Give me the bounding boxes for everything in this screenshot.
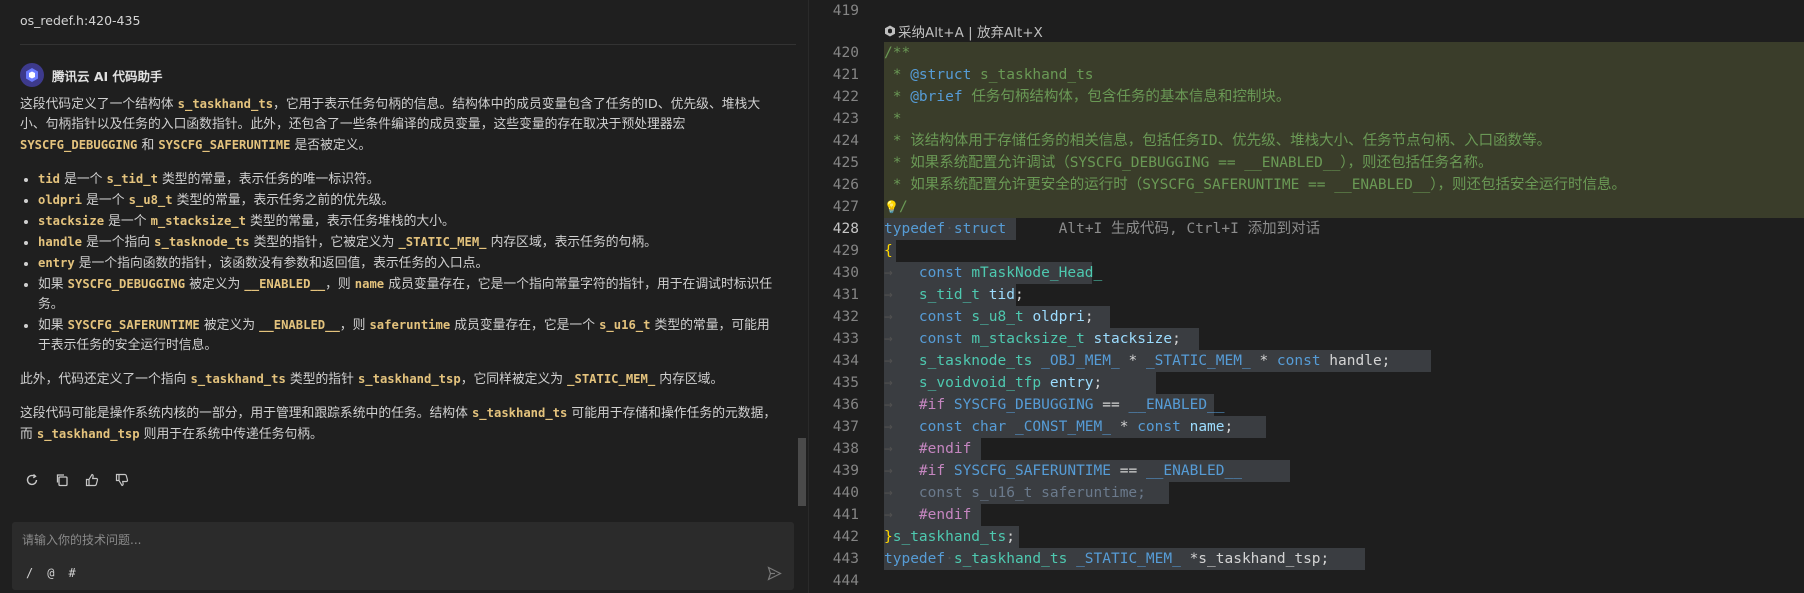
code-line: → const s_u8_t oldpri;	[884, 309, 1094, 325]
line-number: 420	[832, 45, 859, 61]
code-line: /**	[884, 45, 911, 61]
line-number: 421	[832, 67, 859, 83]
text: 这段代码定义了一个结构体	[20, 97, 178, 112]
chat-scrollbar[interactable]	[798, 438, 806, 506]
code-line: → s_voidvoid_tfp entry;	[884, 375, 1103, 391]
message-actions	[24, 472, 130, 488]
mention-button[interactable]: @	[47, 566, 54, 580]
list-item: stacksize 是一个 m_stacksize_t 类型的常量，表示任务堆栈…	[38, 211, 780, 232]
reference-button[interactable]: #	[68, 566, 75, 580]
thumbs-up-icon[interactable]	[84, 472, 100, 488]
code-line: {	[884, 243, 893, 259]
line-number: 434	[832, 353, 859, 369]
code-line: → s_tid_t tid;	[884, 287, 1024, 303]
code-line: → #endif	[884, 507, 972, 523]
code-line: → const s_u16_t saferuntime;	[884, 485, 1146, 501]
text: 是否被定义。	[290, 138, 372, 153]
line-number: 441	[832, 507, 859, 523]
code-line: }s_taskhand_ts;	[884, 529, 1015, 545]
inline-hint: Alt+I 生成代码, Ctrl+I 添加到对话	[1058, 221, 1321, 237]
line-number: 430	[832, 265, 859, 281]
inline-code: SYSCFG_SAFERUNTIME	[158, 138, 291, 152]
line-number: 427	[832, 199, 859, 215]
list-item: 如果 SYSCFG_SAFERUNTIME 被定义为 __ENABLED__，则…	[38, 315, 780, 356]
input-tools: / @ #	[26, 566, 76, 580]
inline-code: s_taskhand_ts	[177, 97, 274, 111]
code-line: typedef·s_taskhand_ts _STATIC_MEM_ *s_ta…	[884, 551, 1330, 567]
code-editor[interactable]: 419 420 421 422 423 424 425 426 427 428 …	[809, 0, 1804, 593]
line-number: 419	[832, 3, 859, 19]
line-number-active: 428	[832, 221, 859, 237]
file-reference[interactable]: os_redef.h:420-435	[20, 13, 140, 28]
chat-input-box: / @ #	[12, 522, 794, 590]
code-line: → const char _CONST_MEM_ * const name;	[884, 419, 1234, 435]
list-item: tid 是一个 s_tid_t 类型的常量，表示任务的唯一标识符。	[38, 169, 780, 190]
line-number: 425	[832, 155, 859, 171]
lightbulb-icon[interactable]: 💡	[884, 200, 899, 214]
assistant-name: 腾讯云 AI 代码助手	[52, 68, 163, 84]
line-number: 436	[832, 397, 859, 413]
ai-assistant-icon	[885, 25, 895, 37]
text: 和	[137, 138, 159, 153]
send-icon[interactable]	[767, 566, 782, 585]
list-item: oldpri 是一个 s_u8_t 类型的常量，表示任务之前的优先级。	[38, 190, 780, 211]
code-line: * 如果系统配置允许更安全的运行时（SYSCFG_SAFERUNTIME == …	[884, 177, 1627, 193]
code-line-active: typedef·struct Alt+I 生成代码, Ctrl+I 添加到对话	[884, 221, 1321, 237]
message-paragraph: 这段代码可能是操作系统内核的一部分，用于管理和跟踪系统中的任务。结构体 s_ta…	[20, 406, 777, 442]
code-line: → const m_stacksize_t stacksize;	[884, 331, 1181, 347]
code-line: → #endif	[884, 441, 972, 457]
code-line: → #if SYSCFG_DEBUGGING == __ENABLED__	[884, 397, 1225, 413]
copy-icon[interactable]	[54, 472, 70, 488]
slash-command-button[interactable]: /	[26, 566, 33, 580]
code-line: → #if SYSCFG_SAFERUNTIME == __ENABLED__	[884, 463, 1242, 479]
message-paragraph: 此外，代码还定义了一个指向 s_taskhand_ts 类型的指针 s_task…	[20, 372, 724, 387]
assistant-logo-icon	[20, 63, 44, 87]
line-number: 429	[832, 243, 859, 259]
line-number: 439	[832, 463, 859, 479]
inline-code: SYSCFG_DEBUGGING	[20, 138, 138, 152]
ai-chat-panel: os_redef.h:420-435 腾讯云 AI 代码助手 这段代码定义了一个…	[0, 0, 808, 593]
ai-accept-reject-bar[interactable]: 采纳Alt+A | 放弃Alt+X	[884, 21, 1043, 41]
assistant-message: 这段代码定义了一个结构体 s_taskhand_ts，它用于表示任务句柄的信息。…	[20, 94, 780, 458]
list-item: entry 是一个指向函数的指针，该函数没有参数和返回值，表示任务的入口点。	[38, 253, 780, 274]
regenerate-icon[interactable]	[24, 472, 40, 488]
line-number: 437	[832, 419, 859, 435]
line-number: 424	[832, 133, 859, 149]
line-number: 440	[832, 485, 859, 501]
chat-input[interactable]	[22, 530, 722, 550]
line-number: 422	[832, 89, 859, 105]
assistant-header: 腾讯云 AI 代码助手	[20, 62, 163, 88]
thumbs-down-icon[interactable]	[114, 472, 130, 488]
list-item: 如果 SYSCFG_DEBUGGING 被定义为 __ENABLED__，则 n…	[38, 274, 780, 315]
comment-text: 任务句柄结构体，包含任务的基本信息和控制块。	[971, 89, 1291, 105]
line-number: 426	[832, 177, 859, 193]
line-number: 432	[832, 309, 859, 325]
line-number: 444	[832, 573, 859, 589]
code-line: * @struct s_taskhand_ts	[884, 67, 1094, 83]
member-list: tid 是一个 s_tid_t 类型的常量，表示任务的唯一标识符。 oldpri…	[20, 169, 780, 356]
code-line: * @brief 任务句柄结构体，包含任务的基本信息和控制块。	[884, 89, 1291, 105]
line-number: 433	[832, 331, 859, 347]
code-line: → const mTaskNode_Head_	[884, 265, 1103, 281]
line-number: 431	[832, 287, 859, 303]
code-line: * 该结构体用于存储任务的相关信息，包括任务ID、优先级、堆栈大小、任务节点句柄…	[884, 133, 1552, 149]
message-paragraph: 这段代码定义了一个结构体 s_taskhand_ts，它用于表示任务句柄的信息。…	[20, 94, 780, 156]
line-number: 443	[832, 551, 859, 567]
line-number: 435	[832, 375, 859, 391]
divider	[20, 44, 796, 45]
line-number: 423	[832, 111, 859, 127]
code-line: *	[884, 111, 902, 127]
code-line: * 如果系统配置允许调试（SYSCFG_DEBUGGING == __ENABL…	[884, 155, 1493, 171]
line-number: 442	[832, 529, 859, 545]
code-line: 💡/	[884, 199, 908, 215]
code-line: → s_tasknode_ts _OBJ_MEM_ * _STATIC_MEM_…	[884, 353, 1391, 369]
line-number: 438	[832, 441, 859, 457]
list-item: handle 是一个指向 s_tasknode_ts 类型的指针，它被定义为 _…	[38, 232, 780, 253]
accept-reject-hint[interactable]: 采纳Alt+A | 放弃Alt+X	[898, 21, 1043, 41]
